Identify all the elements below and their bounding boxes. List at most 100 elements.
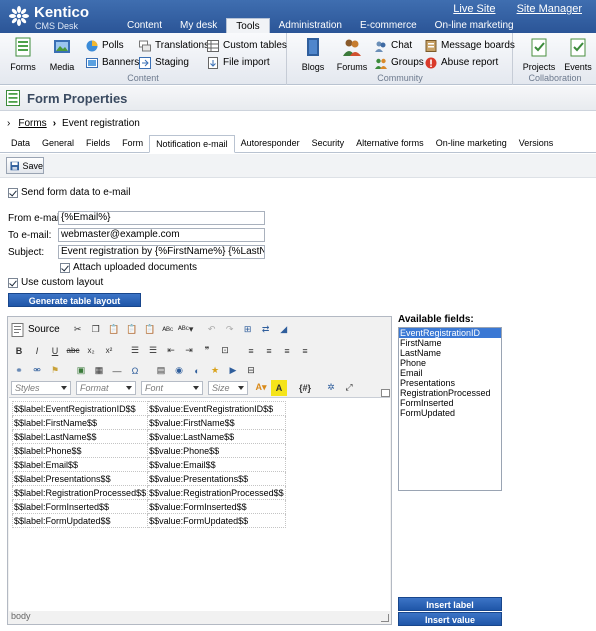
events-button[interactable]: Events <box>561 37 595 72</box>
create-div-icon[interactable]: ⊡ <box>217 343 233 359</box>
font-dropdown[interactable]: Font <box>141 380 203 395</box>
banners-button[interactable]: Banners <box>86 55 139 70</box>
blogs-button[interactable]: Blogs <box>296 37 330 72</box>
align-justify-icon[interactable]: ≡ <box>297 343 313 359</box>
insert-inline-widget-icon[interactable]: ⊟ <box>243 363 259 379</box>
custom-tables-button[interactable]: Custom tables <box>207 38 287 53</box>
toolbar-collapse-icon[interactable] <box>381 389 390 397</box>
tab-form[interactable]: Form <box>116 135 149 152</box>
unlink-icon[interactable]: ⚮ <box>29 363 45 379</box>
editor-content-area[interactable]: $$label:EventRegistrationID$$ $$value:Eve… <box>9 397 390 611</box>
align-right-icon[interactable]: ≡ <box>279 343 295 359</box>
forums-button[interactable]: Forums <box>335 37 369 72</box>
media-button[interactable]: Media <box>45 37 79 72</box>
outdent-icon[interactable]: ⇤ <box>163 343 179 359</box>
list-item[interactable]: LastName <box>399 348 501 358</box>
insert-link-icon[interactable]: ⚭ <box>11 363 27 379</box>
subject-field[interactable]: Event registration by {%FirstName%} {%La… <box>58 245 265 259</box>
cut-icon[interactable]: ✂ <box>70 322 86 338</box>
tab-security[interactable]: Security <box>306 135 351 152</box>
find-icon[interactable]: ⊞ <box>240 322 256 338</box>
insert-widget-icon[interactable]: ▤ <box>153 363 169 379</box>
insert-media-icon[interactable]: ◉ <box>171 363 187 379</box>
send-form-data-checkbox[interactable] <box>8 188 18 198</box>
tab-on-line-marketing-form[interactable]: On-line marketing <box>430 135 513 152</box>
generate-table-layout-button[interactable]: Generate table layout <box>8 293 141 307</box>
tab-on-line-marketing[interactable]: On-line marketing <box>426 18 523 33</box>
numbered-list-icon[interactable]: ☰ <box>127 343 143 359</box>
tab-e-commerce[interactable]: E-commerce <box>351 18 426 33</box>
maximize-icon[interactable]: ⤢ <box>341 380 357 396</box>
format-dropdown[interactable]: Format <box>76 380 136 395</box>
tab-administration[interactable]: Administration <box>270 18 351 33</box>
underline-icon[interactable]: U <box>47 343 63 359</box>
tab-tools[interactable]: Tools <box>226 18 270 33</box>
site-manager-link[interactable]: Site Manager <box>517 3 582 15</box>
staging-button[interactable]: Staging <box>139 55 189 70</box>
show-blocks-icon[interactable]: ✲ <box>323 380 339 396</box>
horizontal-line-icon[interactable]: ― <box>109 363 125 379</box>
live-site-link[interactable]: Live Site <box>453 3 495 15</box>
polls-button[interactable]: Polls <box>86 38 124 53</box>
anchor-icon[interactable]: ⚑ <box>47 363 63 379</box>
projects-button[interactable]: Projects <box>522 37 556 72</box>
abuse-report-button[interactable]: Abuse report <box>425 55 498 70</box>
quick-insert-icon[interactable]: ◐ <box>189 363 205 379</box>
kentico-logo[interactable]: Kentico CMS Desk <box>8 3 108 31</box>
tab-fields[interactable]: Fields <box>80 135 116 152</box>
tab-notification-email[interactable]: Notification e-mail <box>149 135 235 153</box>
insert-youtube-icon[interactable]: ▶ <box>225 363 241 379</box>
from-email-field[interactable]: {%Email%} <box>58 211 265 225</box>
available-fields-list[interactable]: EventRegistrationID FirstName LastName P… <box>398 327 502 491</box>
insert-smiley-icon[interactable]: ★ <box>207 363 223 379</box>
strikethrough-icon[interactable]: abc <box>65 343 81 359</box>
size-dropdown[interactable]: Size <box>208 380 248 395</box>
align-left-icon[interactable]: ≡ <box>243 343 259 359</box>
copy-icon[interactable]: ❐ <box>88 322 104 338</box>
paste-word-icon[interactable]: 📋 <box>142 322 158 338</box>
blockquote-icon[interactable]: ❞ <box>199 343 215 359</box>
replace-icon[interactable]: ⇄ <box>258 322 274 338</box>
list-item[interactable]: FormInserted <box>399 398 501 408</box>
source-button[interactable]: Source <box>11 322 60 337</box>
list-item[interactable]: EventRegistrationID <box>399 328 501 338</box>
list-item[interactable]: RegistrationProcessed <box>399 388 501 398</box>
tab-autoresponder[interactable]: Autoresponder <box>235 135 306 152</box>
text-color-icon[interactable]: A▾ <box>253 380 269 396</box>
bulleted-list-icon[interactable]: ☰ <box>145 343 161 359</box>
translations-button[interactable]: Translations <box>139 38 209 53</box>
remove-format-icon[interactable]: ◢ <box>276 322 292 338</box>
list-item[interactable]: FirstName <box>399 338 501 348</box>
to-email-field[interactable]: webmaster@example.com <box>58 228 265 242</box>
tab-content[interactable]: Content <box>118 18 171 33</box>
chat-button[interactable]: Chat <box>375 38 412 53</box>
special-char-icon[interactable]: Ω <box>127 363 143 379</box>
resize-handle-icon[interactable] <box>381 614 389 622</box>
insert-label-button[interactable]: Insert label <box>398 597 502 611</box>
tab-my-desk[interactable]: My desk <box>171 18 226 33</box>
message-boards-button[interactable]: Message boards <box>425 38 515 53</box>
background-color-icon[interactable]: A <box>271 379 287 396</box>
forms-button[interactable]: Forms <box>6 37 40 72</box>
list-item[interactable]: Presentations <box>399 378 501 388</box>
tab-general[interactable]: General <box>36 135 80 152</box>
list-item[interactable]: FormUpdated <box>399 408 501 418</box>
superscript-icon[interactable]: x² <box>101 343 117 359</box>
undo-icon[interactable]: ↶ <box>204 322 220 338</box>
subscript-icon[interactable]: x₂ <box>83 343 99 359</box>
tab-alternative-forms[interactable]: Alternative forms <box>350 135 430 152</box>
tab-versions[interactable]: Versions <box>513 135 560 152</box>
insert-value-button[interactable]: Insert value <box>398 612 502 626</box>
groups-button[interactable]: Groups <box>375 55 424 70</box>
insert-macro-icon[interactable]: {#} <box>297 380 313 396</box>
use-custom-layout-checkbox[interactable] <box>8 278 18 288</box>
redo-icon[interactable]: ↷ <box>222 322 238 338</box>
align-center-icon[interactable]: ≡ <box>261 343 277 359</box>
bold-icon[interactable]: B <box>11 343 27 359</box>
file-import-button[interactable]: File import <box>207 55 270 70</box>
list-item[interactable]: Email <box>399 368 501 378</box>
tab-data[interactable]: Data <box>5 135 36 152</box>
spellcheck-menu-icon[interactable]: ᴬᴮᶜ▾ <box>178 322 194 338</box>
paste-text-icon[interactable]: 📋 <box>124 322 140 338</box>
save-button[interactable]: Save <box>6 157 44 174</box>
